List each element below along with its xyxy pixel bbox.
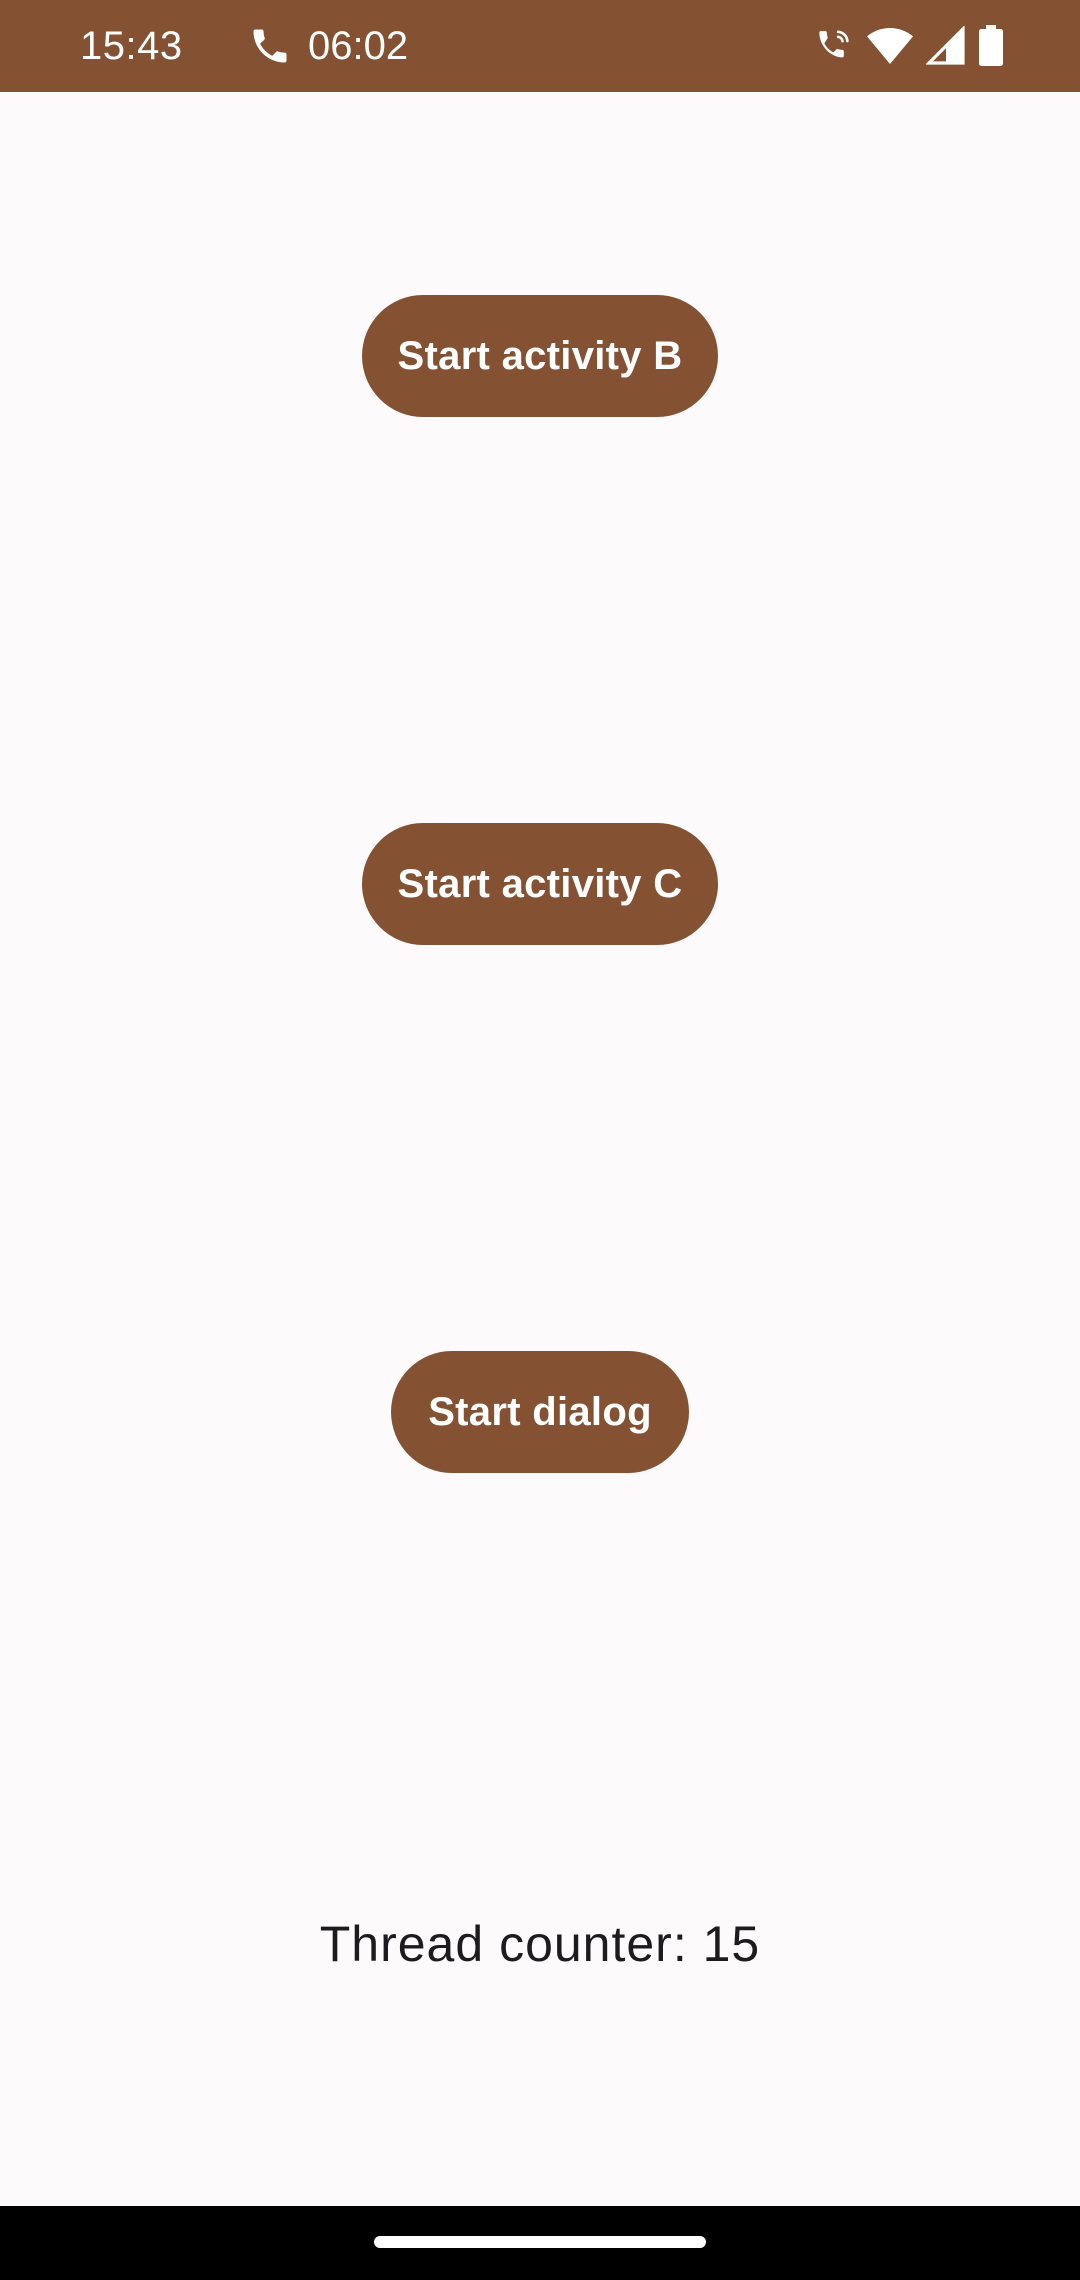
phone-icon [253,29,287,63]
status-icons [814,22,1004,70]
home-gesture-handle[interactable] [374,2236,706,2248]
signal-icon [926,26,965,65]
wifi-icon [867,28,913,64]
thread-counter-text: Thread counter: 15 [319,1916,761,1972]
status-time: 15:43 [80,24,183,68]
start-activity-b-button[interactable]: Start activity B [362,295,718,417]
call-duration: 06:02 [308,24,409,68]
start-dialog-button[interactable]: Start dialog [391,1351,689,1473]
wifi-calling-icon [819,30,849,58]
start-activity-c-button[interactable]: Start activity C [362,823,718,945]
ongoing-call-chip[interactable]: 06:02 [248,22,408,70]
status-bar: 15:43 06:02 [0,0,1080,92]
battery-icon [979,25,1003,66]
